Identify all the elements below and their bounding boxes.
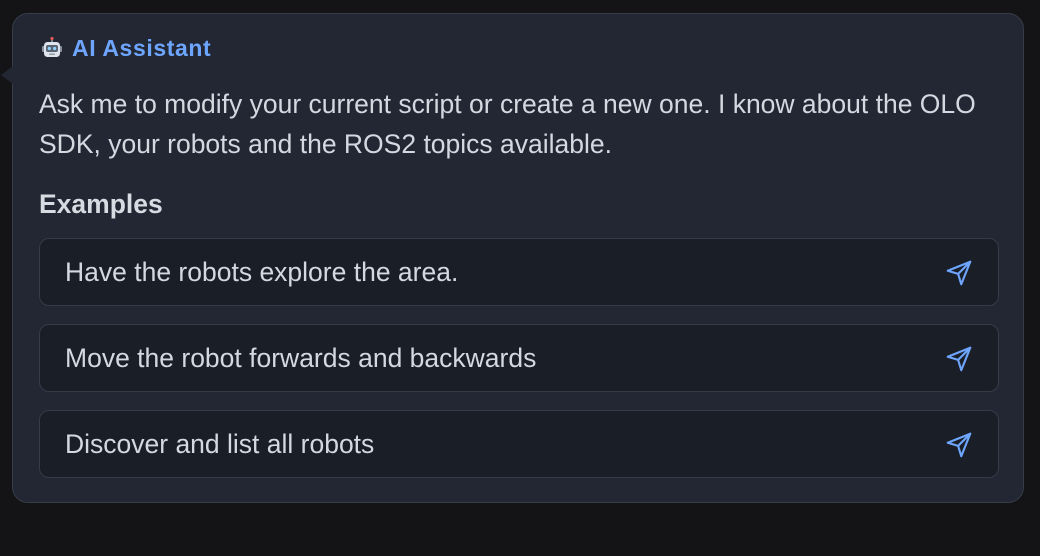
robot-icon (42, 36, 62, 57)
assistant-header: AI Assistant (40, 35, 211, 61)
example-label: Discover and list all robots (65, 429, 375, 459)
example-prompt-explore[interactable]: Have the robots explore the area. (39, 238, 999, 306)
send-icon[interactable] (944, 258, 974, 288)
assistant-title: AI Assistant (72, 34, 212, 61)
bubble-tail (1, 66, 13, 84)
example-label: Move the robot forwards and backwards (65, 343, 537, 373)
ai-assistant-panel: AI Assistant Ask me to modify your curre… (1, 13, 1024, 503)
send-icon[interactable] (944, 344, 974, 374)
send-icon[interactable] (944, 430, 974, 460)
examples-heading: Examples (39, 189, 163, 219)
example-prompt-discover[interactable]: Discover and list all robots (39, 410, 999, 478)
example-label: Have the robots explore the area. (65, 257, 459, 287)
assistant-intro: Ask me to modify your current script or … (39, 89, 976, 159)
example-prompt-move[interactable]: Move the robot forwards and backwards (39, 324, 999, 392)
